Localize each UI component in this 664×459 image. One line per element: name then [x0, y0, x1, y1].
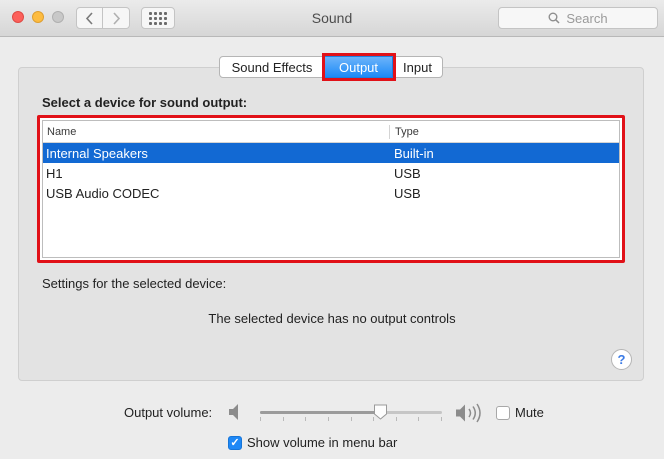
device-list[interactable]: Name Type Internal Speakers Built-in H1 … [42, 120, 620, 258]
tab-input[interactable]: Input [393, 56, 443, 78]
speaker-low-icon [229, 404, 238, 420]
slider-tick [441, 417, 442, 421]
slider-ticks [260, 417, 442, 421]
column-header-type[interactable]: Type [390, 126, 419, 138]
slider-tick [418, 417, 419, 421]
tab-output[interactable]: Output [322, 53, 396, 81]
show-volume-checkbox-box[interactable]: ✓ [228, 435, 242, 450]
device-type: USB [394, 165, 421, 181]
device-list-highlight: Name Type Internal Speakers Built-in H1 … [37, 115, 625, 263]
slider-tick [260, 417, 261, 421]
help-button[interactable]: ? [611, 349, 632, 370]
help-icon: ? [617, 352, 626, 367]
show-volume-checkbox[interactable]: ✓ Show volume in menu bar [228, 435, 397, 450]
speaker-high-icon [456, 403, 481, 423]
device-name: USB Audio CODEC [46, 185, 160, 201]
tab-sound-effects[interactable]: Sound Effects [219, 56, 325, 78]
mute-checkbox-box[interactable] [496, 405, 510, 420]
output-volume-label: Output volume: [124, 405, 213, 420]
device-row-internal-speakers[interactable]: Internal Speakers Built-in [43, 143, 619, 163]
device-list-header: Name Type [43, 121, 619, 143]
device-row-usb-audio-codec[interactable]: USB Audio CODEC USB [43, 183, 619, 203]
column-header-name[interactable]: Name [43, 124, 390, 139]
show-volume-label: Show volume in menu bar [247, 435, 398, 450]
output-volume-slider[interactable] [260, 404, 442, 421]
device-type: USB [394, 185, 421, 201]
mute-label: Mute [515, 405, 544, 420]
slider-tick [283, 417, 284, 421]
device-name: Internal Speakers [46, 145, 148, 161]
tab-bar: Sound Effects Output Input [219, 53, 443, 81]
slider-tick [396, 417, 397, 421]
search-icon [548, 12, 560, 24]
slider-knob[interactable] [373, 404, 388, 420]
settings-label: Settings for the selected device: [42, 276, 227, 291]
slider-tick [328, 417, 329, 421]
slider-tick [351, 417, 352, 421]
device-row-h1[interactable]: H1 USB [43, 163, 619, 183]
no-controls-message: The selected device has no output contro… [208, 311, 456, 326]
search-field[interactable]: Search [498, 7, 658, 29]
device-name: H1 [46, 165, 63, 181]
device-type: Built-in [394, 145, 434, 161]
slider-tick [305, 417, 306, 421]
title-bar: Sound Search [0, 0, 664, 37]
search-placeholder: Search [566, 10, 608, 26]
slider-fill [260, 411, 380, 414]
device-list-heading: Select a device for sound output: [42, 95, 248, 110]
mute-checkbox[interactable]: Mute [496, 405, 544, 420]
